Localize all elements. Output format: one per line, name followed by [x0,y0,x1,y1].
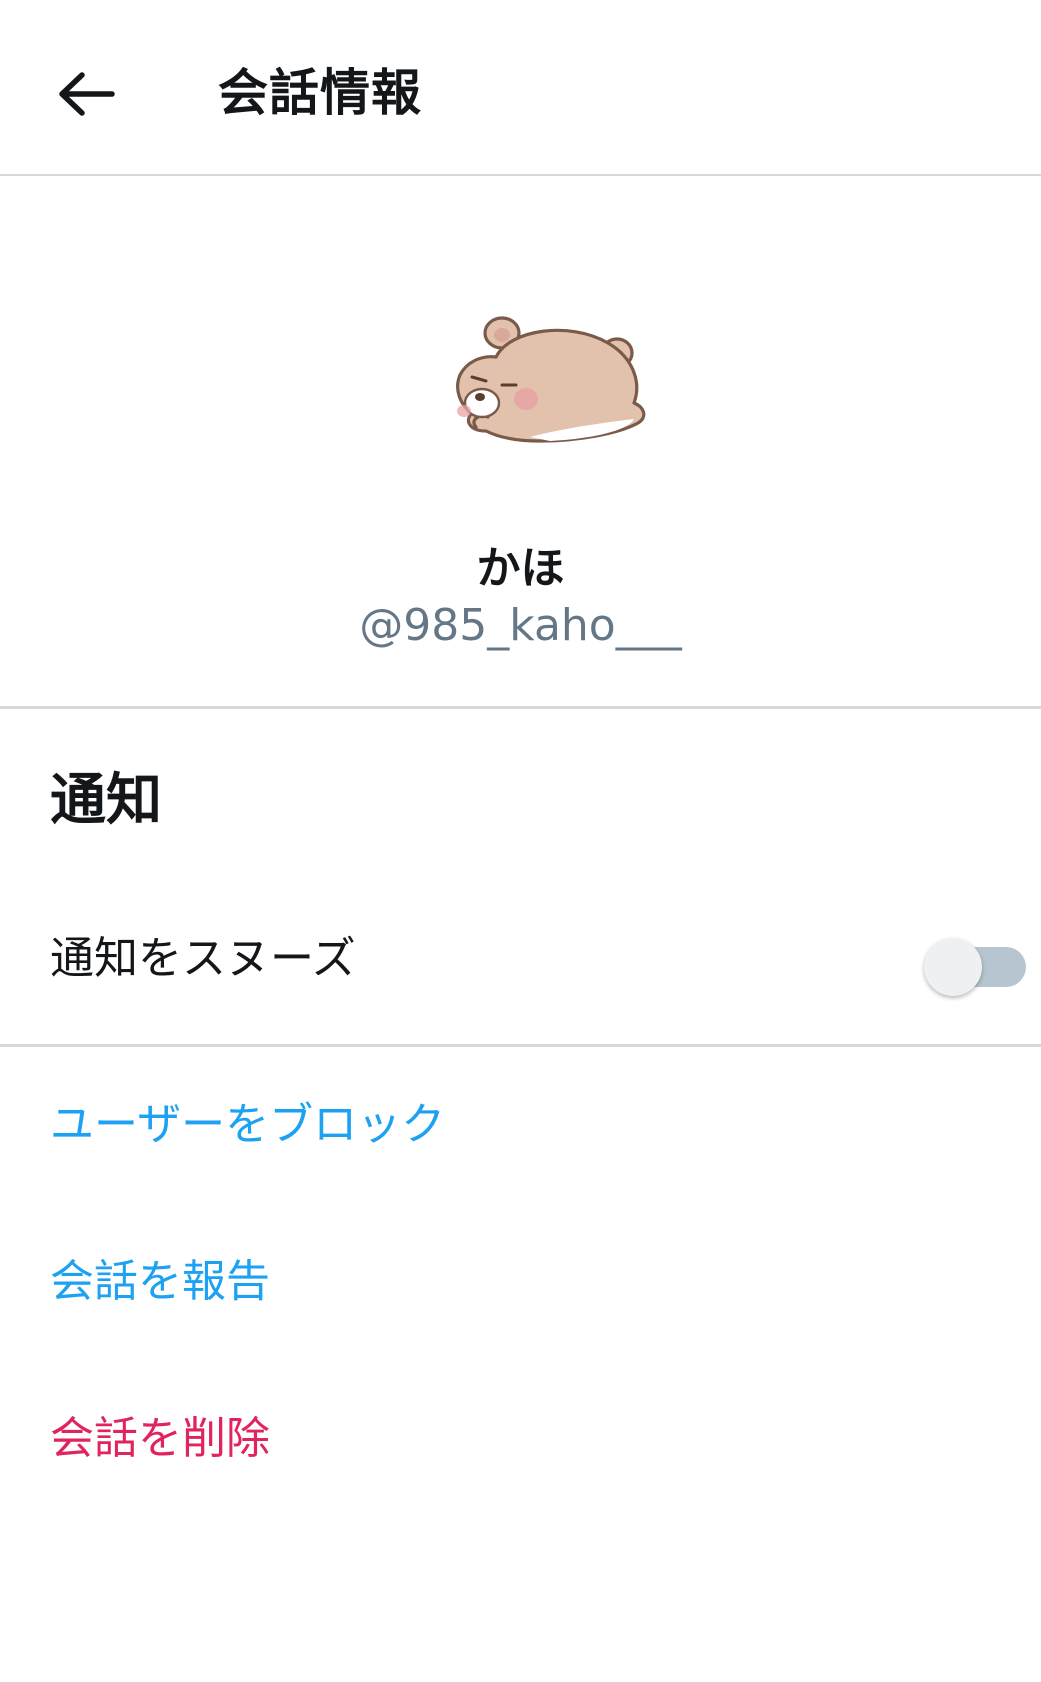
report-conversation-button[interactable]: 会話を報告 [50,1252,270,1312]
notifications-section: 通知 通知をスヌーズ [0,709,1041,1047]
top-bar: 会話情報 [0,0,1041,176]
snooze-toggle[interactable] [924,938,1026,996]
profile-section: かほ @985_kaho___ [0,176,1041,709]
delete-conversation-button[interactable]: 会話を削除 [50,1409,270,1469]
arrow-left-icon [59,72,115,116]
page-title: 会話情報 [218,64,422,122]
toggle-thumb [924,938,982,996]
back-button[interactable] [48,56,124,132]
avatar[interactable] [420,291,660,461]
snooze-notifications-label: 通知をスヌーズ [50,933,356,984]
section-heading: 通知 [50,768,162,833]
display-name: かほ [476,543,565,594]
username: @985_kaho___ [359,600,682,651]
block-user-button[interactable]: ユーザーをブロック [50,1095,445,1155]
snooze-notifications-row[interactable]: 通知をスヌーズ [0,909,1041,1009]
